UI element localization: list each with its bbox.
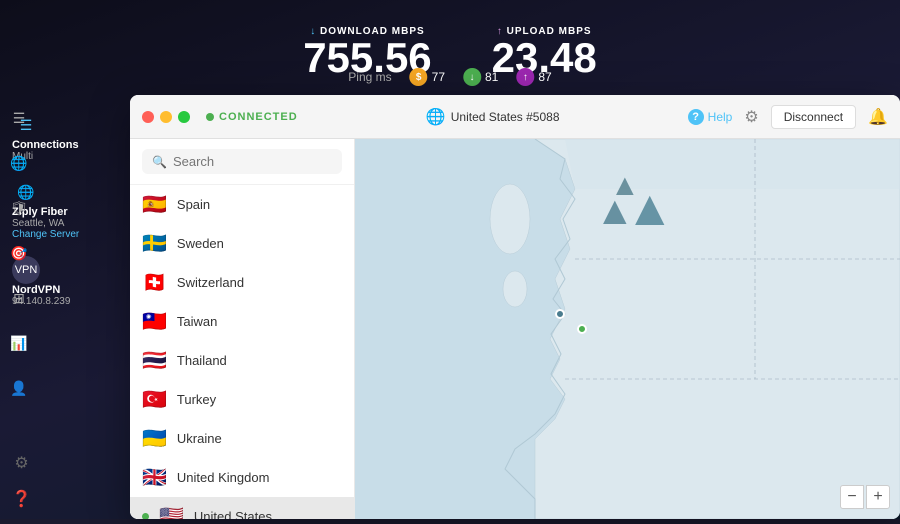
list-item[interactable]: 🇸🇪 Sweden: [130, 224, 354, 263]
notification-icon[interactable]: 🔔: [868, 107, 888, 127]
settings-button[interactable]: ⚙: [744, 107, 758, 127]
active-dot: [142, 513, 149, 519]
flag-turkey: 🇹🇷: [142, 387, 167, 412]
list-item[interactable]: 🇬🇧 United Kingdom: [130, 458, 354, 497]
nav-icon-globe[interactable]: 🌐: [10, 155, 27, 172]
zoom-controls: − +: [840, 485, 890, 509]
vpn-window: CONNECTED 🌐 United States #5088 ? Help ⚙…: [130, 95, 900, 519]
map-area: ▲ ▲ ▲ − +: [355, 139, 900, 519]
search-input[interactable]: [173, 154, 332, 169]
nav-icon-layers[interactable]: ⊞: [13, 290, 25, 307]
settings-icon[interactable]: ⚙: [14, 453, 28, 473]
flag-spain: 🇪🇸: [142, 192, 167, 217]
connected-text: CONNECTED: [219, 111, 298, 123]
title-bar-right: ? Help ⚙ Disconnect 🔔: [688, 105, 888, 129]
flag-taiwan: 🇹🇼: [142, 309, 167, 334]
server-name: 🌐 United States #5088: [426, 107, 560, 127]
flag-thailand: 🇹🇭: [142, 348, 167, 373]
list-item[interactable]: 🇹🇼 Taiwan: [130, 302, 354, 341]
tree-icon-3: ▲: [610, 169, 640, 203]
ping-row: Ping ms $ 77 ↓ 81 ↑ 87: [348, 68, 551, 86]
list-item[interactable]: 🇺🇸 United States: [130, 497, 354, 519]
close-button[interactable]: [142, 111, 154, 123]
ping-1: $ 77: [410, 68, 445, 86]
flag-ukraine: 🇺🇦: [142, 426, 167, 451]
map-dot-blue: [555, 309, 565, 319]
minimize-button[interactable]: [160, 111, 172, 123]
list-item[interactable]: 🇹🇷 Turkey: [130, 380, 354, 419]
country-list[interactable]: 🇪🇸 Spain 🇸🇪 Sweden 🇨🇭 Switzerland 🇹🇼 Tai…: [130, 185, 354, 519]
connected-dot: [206, 113, 214, 121]
list-item[interactable]: 🇺🇦 Ukraine: [130, 419, 354, 458]
map-dot-green: [577, 324, 587, 334]
flag-switzerland: 🇨🇭: [142, 270, 167, 295]
search-input-wrap[interactable]: 🔍: [142, 149, 342, 174]
list-item[interactable]: 🇨🇭 Switzerland: [130, 263, 354, 302]
connected-badge: CONNECTED: [206, 111, 298, 123]
search-icon: 🔍: [152, 155, 167, 169]
search-bar: 🔍: [130, 139, 354, 185]
flag-sweden: 🇸🇪: [142, 231, 167, 256]
sidebar: ☰ Connections Multi 🌐 Ziply Fiber Seattl…: [0, 95, 130, 519]
country-panel: 🔍 🇪🇸 Spain 🇸🇪 Sweden 🇨🇭 Switzerland: [130, 139, 355, 519]
sidebar-bottom-icons: ⚙ ❓: [0, 453, 38, 509]
flag-uk: 🇬🇧: [142, 465, 167, 490]
nav-icon-chart[interactable]: 📊: [10, 335, 27, 352]
zoom-in-button[interactable]: +: [866, 485, 890, 509]
traffic-lights: [142, 111, 190, 123]
disconnect-button[interactable]: Disconnect: [771, 105, 856, 129]
ping-3: ↑ 87: [516, 68, 551, 86]
nav-icon-user[interactable]: 👤: [10, 380, 27, 397]
help-button[interactable]: ? Help: [688, 109, 733, 125]
title-bar: CONNECTED 🌐 United States #5088 ? Help ⚙…: [130, 95, 900, 139]
list-item[interactable]: 🇹🇭 Thailand: [130, 341, 354, 380]
nav-icon-connections[interactable]: ☰: [13, 110, 26, 127]
list-item[interactable]: 🇪🇸 Spain: [130, 185, 354, 224]
main-content: 🔍 🇪🇸 Spain 🇸🇪 Sweden 🇨🇭 Switzerland: [130, 139, 900, 519]
flag-us: 🇺🇸: [159, 504, 184, 519]
ping-2: ↓ 81: [463, 68, 498, 86]
nav-icon-shield[interactable]: 🛡: [10, 200, 28, 217]
zoom-out-button[interactable]: −: [840, 485, 864, 509]
nav-icon-target[interactable]: 🎯: [10, 245, 27, 262]
maximize-button[interactable]: [178, 111, 190, 123]
help-icon[interactable]: ❓: [12, 489, 32, 509]
